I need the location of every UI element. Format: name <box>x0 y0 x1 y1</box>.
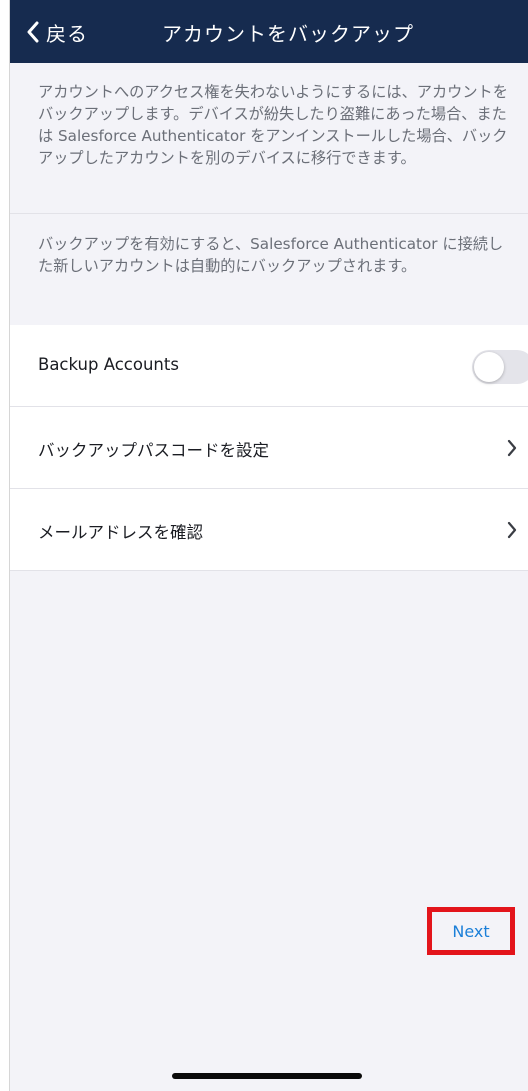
back-label: 戻る <box>46 21 88 46</box>
backup-accounts-toggle[interactable] <box>472 350 528 384</box>
section-divider <box>10 213 528 214</box>
set-passcode-row[interactable]: バックアップパスコードを設定 <box>10 407 528 489</box>
backup-description: アカウントへのアクセス権を失わないようにするには、アカウントをバックアップします… <box>38 83 508 167</box>
page-title: アカウントをバックアップ <box>162 22 414 46</box>
set-passcode-label: バックアップパスコードを設定 <box>38 441 269 460</box>
toggle-knob <box>474 352 504 382</box>
nav-header: 戻る アカウントをバックアップ <box>10 0 528 63</box>
verify-email-row[interactable]: メールアドレスを確認 <box>10 489 528 571</box>
settings-list: Backup Accounts バックアップパスコードを設定 メールアドレスを確… <box>10 325 528 571</box>
home-indicator <box>172 1073 362 1079</box>
next-button[interactable]: Next <box>427 907 515 955</box>
backup-accounts-label: Backup Accounts <box>38 355 179 374</box>
chevron-right-icon <box>506 438 518 462</box>
next-label: Next <box>452 921 490 941</box>
verify-email-label: メールアドレスを確認 <box>38 523 203 542</box>
app-screen: 戻る アカウントをバックアップ アカウントへのアクセス権を失わないようにするには… <box>10 0 528 1091</box>
back-button[interactable]: 戻る <box>26 17 88 47</box>
chevron-left-icon <box>26 21 40 43</box>
backup-accounts-row: Backup Accounts <box>10 325 528 407</box>
auto-backup-description: バックアップを有効にすると、Salesforce Authenticator に… <box>38 235 504 275</box>
chevron-right-icon <box>506 520 518 544</box>
